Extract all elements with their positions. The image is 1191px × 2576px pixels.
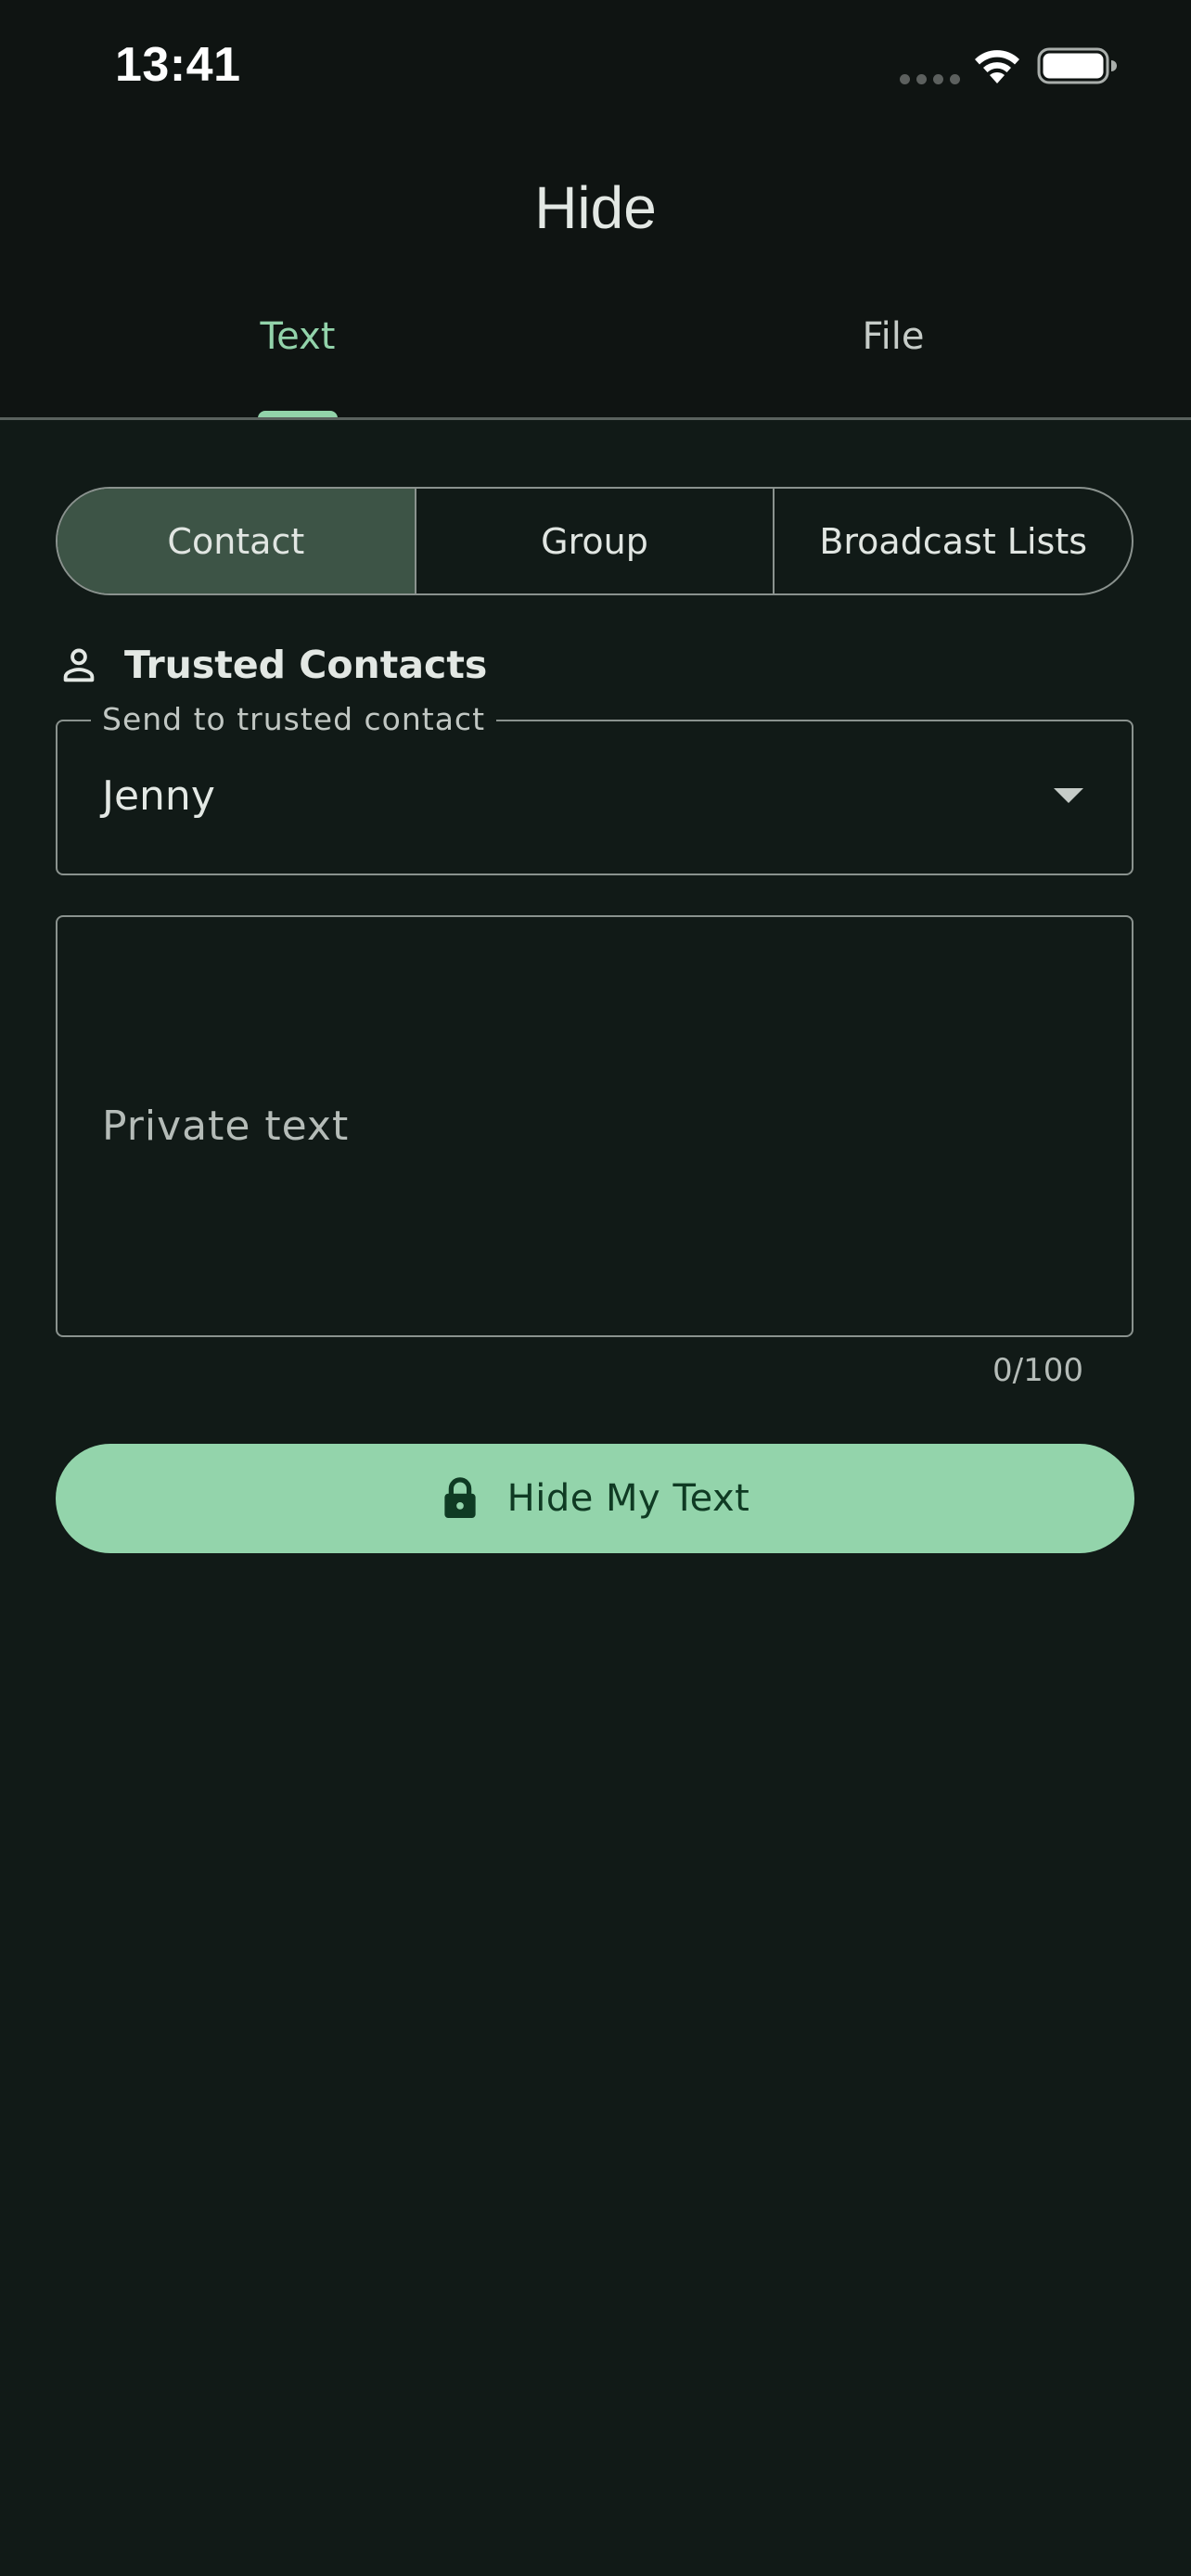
segment-contact[interactable]: Contact: [58, 489, 415, 593]
segment-group[interactable]: Group: [414, 489, 774, 593]
tab-file[interactable]: File: [596, 315, 1191, 358]
signal-icon: [900, 74, 960, 84]
recipient-type-segmented-control: Contact Group Broadcast Lists: [56, 487, 1133, 595]
trusted-contact-dropdown[interactable]: Send to trusted contact Jenny: [56, 701, 1133, 875]
tab-text[interactable]: Text: [0, 315, 596, 358]
hide-my-text-button[interactable]: Hide My Text: [56, 1444, 1134, 1553]
battery-icon: [1037, 47, 1117, 84]
private-text-input[interactable]: Private text: [56, 915, 1133, 1337]
character-counter: 0/100: [992, 1352, 1083, 1389]
tab-divider: [0, 417, 1191, 420]
dropdown-label: Send to trusted contact: [91, 701, 497, 737]
hide-my-text-label: Hide My Text: [506, 1477, 750, 1520]
page-title: Hide: [534, 174, 657, 241]
person-icon: [63, 648, 95, 682]
section-title: Trusted Contacts: [124, 643, 488, 687]
segment-broadcast-lists[interactable]: Broadcast Lists: [773, 489, 1132, 593]
private-text-placeholder: Private text: [102, 1103, 350, 1150]
status-bar: 13:41: [0, 0, 1191, 134]
trusted-contacts-header: Trusted Contacts: [58, 643, 487, 687]
wifi-icon: [975, 50, 1019, 83]
lock-icon: [444, 1477, 476, 1518]
dropdown-arrow-icon: [1054, 788, 1083, 803]
dropdown-value: Jenny: [102, 772, 215, 820]
status-time: 13:41: [115, 38, 241, 92]
app-bar: Hide Text File: [0, 134, 1191, 418]
